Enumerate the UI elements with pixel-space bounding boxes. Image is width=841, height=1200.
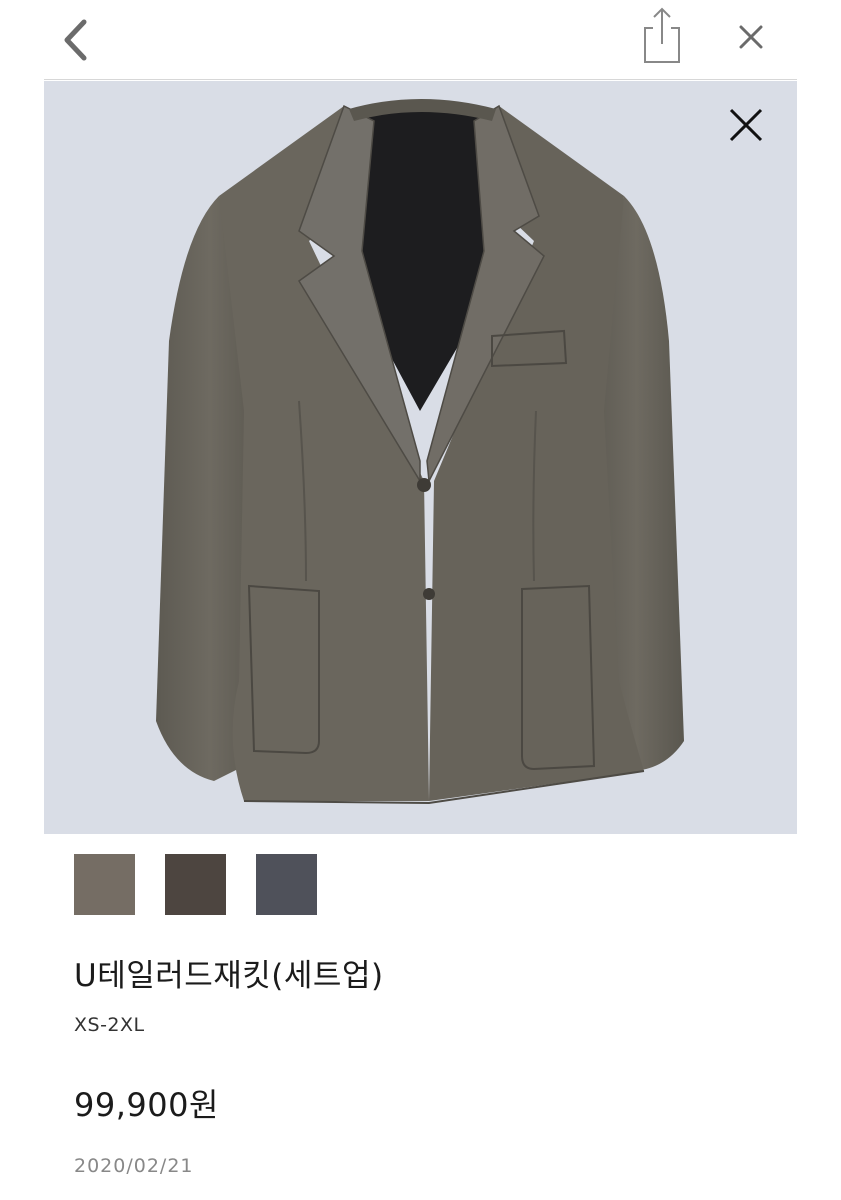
color-swatch-list: [74, 854, 317, 915]
color-swatch-dark-brown[interactable]: [165, 854, 226, 915]
chevron-left-icon: [64, 19, 87, 61]
product-image[interactable]: [44, 81, 797, 834]
back-button[interactable]: [54, 12, 96, 68]
post-date: 2020/02/21: [74, 1155, 194, 1177]
share-button[interactable]: [636, 6, 688, 66]
top-app-bar: [44, 0, 797, 80]
close-icon: [739, 25, 763, 49]
size-range: XS-2XL: [74, 1014, 145, 1036]
product-title: U테일러드재킷(세트업): [74, 958, 384, 994]
color-swatch-charcoal-navy[interactable]: [256, 854, 317, 915]
close-icon: [729, 108, 763, 142]
jacket-illustration: [156, 99, 684, 805]
close-button[interactable]: [726, 12, 776, 62]
image-close-button[interactable]: [720, 99, 772, 151]
color-swatch-olive-gray[interactable]: [74, 854, 135, 915]
product-price: 99,900원: [74, 1086, 219, 1124]
share-icon: [644, 7, 680, 63]
